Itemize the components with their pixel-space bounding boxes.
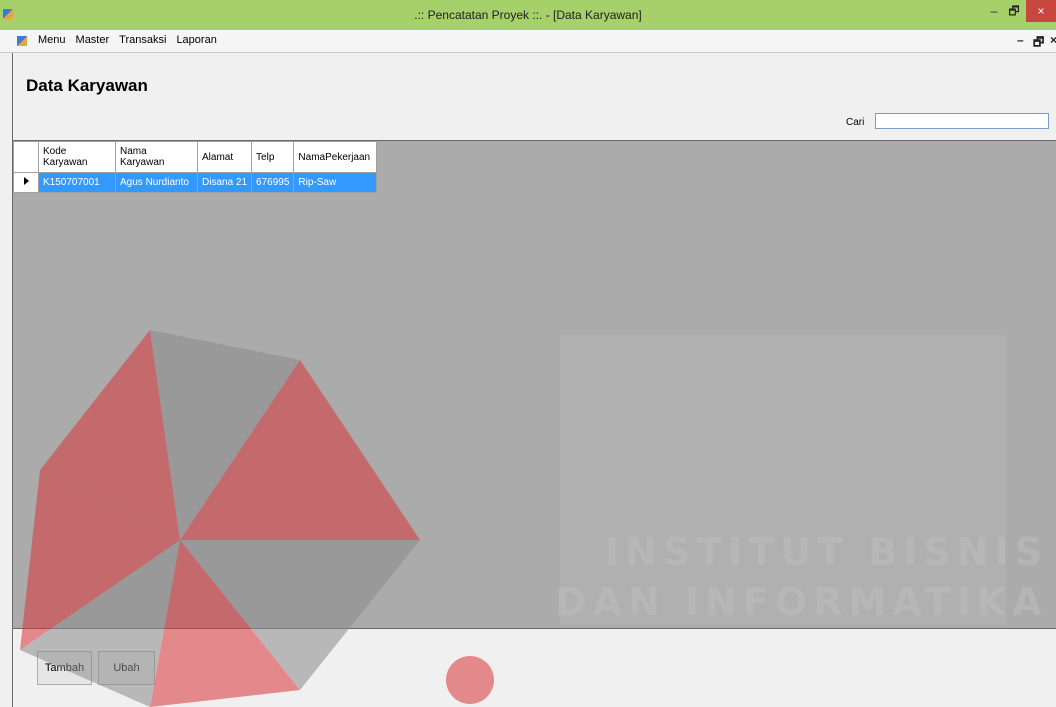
column-header-alamat[interactable]: Alamat — [196, 141, 253, 173]
menu-item-menu[interactable]: Menu — [38, 34, 66, 46]
column-header-namapekerjaan[interactable]: NamaPekerjaan — [293, 141, 378, 173]
row-header-corner[interactable] — [13, 141, 39, 173]
search-label: Cari — [846, 117, 865, 128]
cell-kode[interactable]: K150707001 — [38, 172, 116, 193]
row-selector[interactable] — [13, 172, 39, 193]
minimize-button[interactable]: – — [985, 0, 1003, 22]
table-header-row: Kode Karyawan Nama Karyawan Alamat Telp … — [13, 141, 378, 173]
column-header-nama-label: Nama Karyawan — [120, 146, 165, 168]
close-button[interactable]: × — [1026, 0, 1056, 22]
menu-bar: Menu Master Transaksi Laporan – 🗗 × — [0, 30, 1056, 53]
menu-items: Menu Master Transaksi Laporan — [38, 34, 217, 46]
column-header-telp[interactable]: Telp — [251, 141, 295, 173]
column-header-kode-label: Kode Karyawan — [43, 146, 88, 168]
mdi-close-button[interactable]: × — [1050, 33, 1056, 47]
mdi-restore-button[interactable]: 🗗 — [1033, 33, 1044, 54]
column-header-nama[interactable]: Nama Karyawan — [115, 141, 198, 173]
menu-item-transaksi[interactable]: Transaksi — [119, 34, 166, 46]
title-bar: .:: Pencatatan Proyek ::. - [Data Karyaw… — [0, 0, 1056, 30]
data-grid[interactable]: Kode Karyawan Nama Karyawan Alamat Telp … — [13, 140, 1056, 629]
menu-item-laporan[interactable]: Laporan — [176, 34, 216, 46]
column-header-namapekerjaan-label: NamaPekerjaan — [298, 151, 371, 163]
tambah-button[interactable]: Tambah — [37, 651, 92, 685]
ubah-button[interactable]: Ubah — [98, 651, 155, 685]
search-input[interactable] — [875, 113, 1049, 129]
page-title: Data Karyawan — [26, 76, 148, 95]
mdi-minimize-button[interactable]: – — [1017, 33, 1024, 47]
menu-item-master[interactable]: Master — [76, 34, 110, 46]
current-row-arrow-icon — [23, 177, 29, 185]
cell-nama[interactable]: Agus Nurdianto — [115, 172, 198, 193]
cell-telp[interactable]: 676995 — [251, 172, 295, 193]
employee-table: Kode Karyawan Nama Karyawan Alamat Telp … — [13, 141, 378, 193]
mdi-child-icon[interactable] — [17, 36, 27, 46]
window-title: .:: Pencatatan Proyek ::. - [Data Karyaw… — [414, 8, 642, 22]
column-header-alamat-label: Alamat — [202, 151, 234, 163]
column-header-kode[interactable]: Kode Karyawan — [38, 141, 116, 173]
maximize-button[interactable]: 🗗 — [1004, 0, 1024, 22]
table-row[interactable]: K150707001 Agus Nurdianto Disana 21 6769… — [13, 172, 378, 193]
column-header-telp-label: Telp — [256, 151, 275, 163]
cell-namapekerjaan[interactable]: Rip-Saw — [293, 172, 378, 193]
cell-alamat[interactable]: Disana 21 — [196, 172, 253, 193]
